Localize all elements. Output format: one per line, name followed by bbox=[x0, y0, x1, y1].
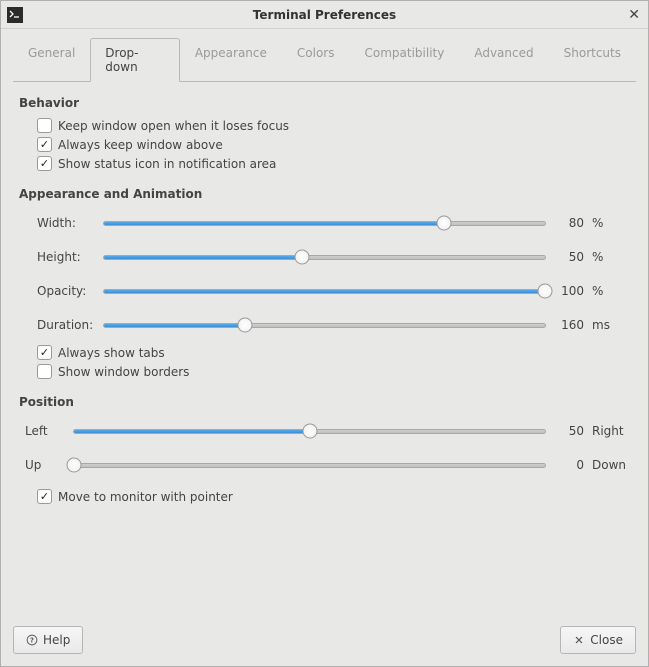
close-button-label: Close bbox=[590, 633, 623, 647]
width-row: Width: 80 % bbox=[37, 209, 630, 237]
help-button-label: Help bbox=[43, 633, 70, 647]
duration-value: 160 bbox=[546, 318, 588, 332]
move-to-pointer-label: Move to monitor with pointer bbox=[58, 490, 233, 504]
duration-unit: ms bbox=[588, 318, 630, 332]
move-to-pointer-row[interactable]: Move to monitor with pointer bbox=[37, 489, 630, 504]
vertical-position-slider[interactable] bbox=[73, 451, 546, 479]
width-value: 80 bbox=[546, 216, 588, 230]
tab-bar: General Drop-down Appearance Colors Comp… bbox=[13, 37, 636, 82]
right-label: Right bbox=[588, 424, 630, 438]
always-above-row[interactable]: Always keep window above bbox=[37, 137, 630, 152]
close-button[interactable]: Close bbox=[560, 626, 636, 654]
tab-shortcuts[interactable]: Shortcuts bbox=[549, 38, 636, 82]
dropdown-panel: Behavior Keep window open when it loses … bbox=[13, 82, 636, 616]
status-icon-checkbox[interactable] bbox=[37, 156, 52, 171]
opacity-slider[interactable] bbox=[103, 277, 546, 305]
vertical-position-value: 0 bbox=[546, 458, 588, 472]
keep-open-checkbox[interactable] bbox=[37, 118, 52, 133]
horizontal-position-slider[interactable] bbox=[73, 417, 546, 445]
keep-open-label: Keep window open when it loses focus bbox=[58, 119, 289, 133]
tab-appearance[interactable]: Appearance bbox=[180, 38, 282, 82]
duration-label: Duration: bbox=[37, 318, 103, 332]
move-to-pointer-checkbox[interactable] bbox=[37, 489, 52, 504]
always-above-checkbox[interactable] bbox=[37, 137, 52, 152]
height-label: Height: bbox=[37, 250, 103, 264]
position-heading: Position bbox=[19, 395, 630, 409]
always-show-tabs-checkbox[interactable] bbox=[37, 345, 52, 360]
show-borders-checkbox[interactable] bbox=[37, 364, 52, 379]
horizontal-position-value: 50 bbox=[546, 424, 588, 438]
opacity-unit: % bbox=[588, 284, 630, 298]
height-row: Height: 50 % bbox=[37, 243, 630, 271]
help-button[interactable]: ? Help bbox=[13, 626, 83, 654]
height-unit: % bbox=[588, 250, 630, 264]
tab-general[interactable]: General bbox=[13, 38, 90, 82]
vertical-position-row: Up 0 Down bbox=[25, 451, 630, 479]
titlebar: Terminal Preferences ✕ bbox=[1, 1, 648, 29]
left-label: Left bbox=[25, 424, 73, 438]
status-icon-label: Show status icon in notification area bbox=[58, 157, 276, 171]
window-title: Terminal Preferences bbox=[1, 8, 648, 22]
duration-row: Duration: 160 ms bbox=[37, 311, 630, 339]
help-icon: ? bbox=[26, 634, 38, 646]
width-slider[interactable] bbox=[103, 209, 546, 237]
tab-colors[interactable]: Colors bbox=[282, 38, 350, 82]
show-borders-row[interactable]: Show window borders bbox=[37, 364, 630, 379]
height-slider[interactable] bbox=[103, 243, 546, 271]
horizontal-position-row: Left 50 Right bbox=[25, 417, 630, 445]
show-borders-label: Show window borders bbox=[58, 365, 189, 379]
duration-slider[interactable] bbox=[103, 311, 546, 339]
tab-dropdown[interactable]: Drop-down bbox=[90, 38, 180, 82]
close-icon bbox=[573, 634, 585, 646]
tab-compatibility[interactable]: Compatibility bbox=[349, 38, 459, 82]
appearance-anim-heading: Appearance and Animation bbox=[19, 187, 630, 201]
svg-text:?: ? bbox=[30, 636, 34, 644]
width-label: Width: bbox=[37, 216, 103, 230]
opacity-row: Opacity: 100 % bbox=[37, 277, 630, 305]
footer: ? Help Close bbox=[1, 616, 648, 666]
down-label: Down bbox=[588, 458, 630, 472]
window-close-button[interactable]: ✕ bbox=[628, 8, 640, 22]
height-value: 50 bbox=[546, 250, 588, 264]
behavior-heading: Behavior bbox=[19, 96, 630, 110]
preferences-window: Terminal Preferences ✕ General Drop-down… bbox=[0, 0, 649, 667]
status-icon-row[interactable]: Show status icon in notification area bbox=[37, 156, 630, 171]
tab-advanced[interactable]: Advanced bbox=[459, 38, 548, 82]
width-unit: % bbox=[588, 216, 630, 230]
content-area: General Drop-down Appearance Colors Comp… bbox=[1, 29, 648, 616]
always-show-tabs-row[interactable]: Always show tabs bbox=[37, 345, 630, 360]
opacity-label: Opacity: bbox=[37, 284, 103, 298]
keep-open-row[interactable]: Keep window open when it loses focus bbox=[37, 118, 630, 133]
terminal-icon bbox=[7, 7, 23, 23]
always-above-label: Always keep window above bbox=[58, 138, 223, 152]
always-show-tabs-label: Always show tabs bbox=[58, 346, 165, 360]
